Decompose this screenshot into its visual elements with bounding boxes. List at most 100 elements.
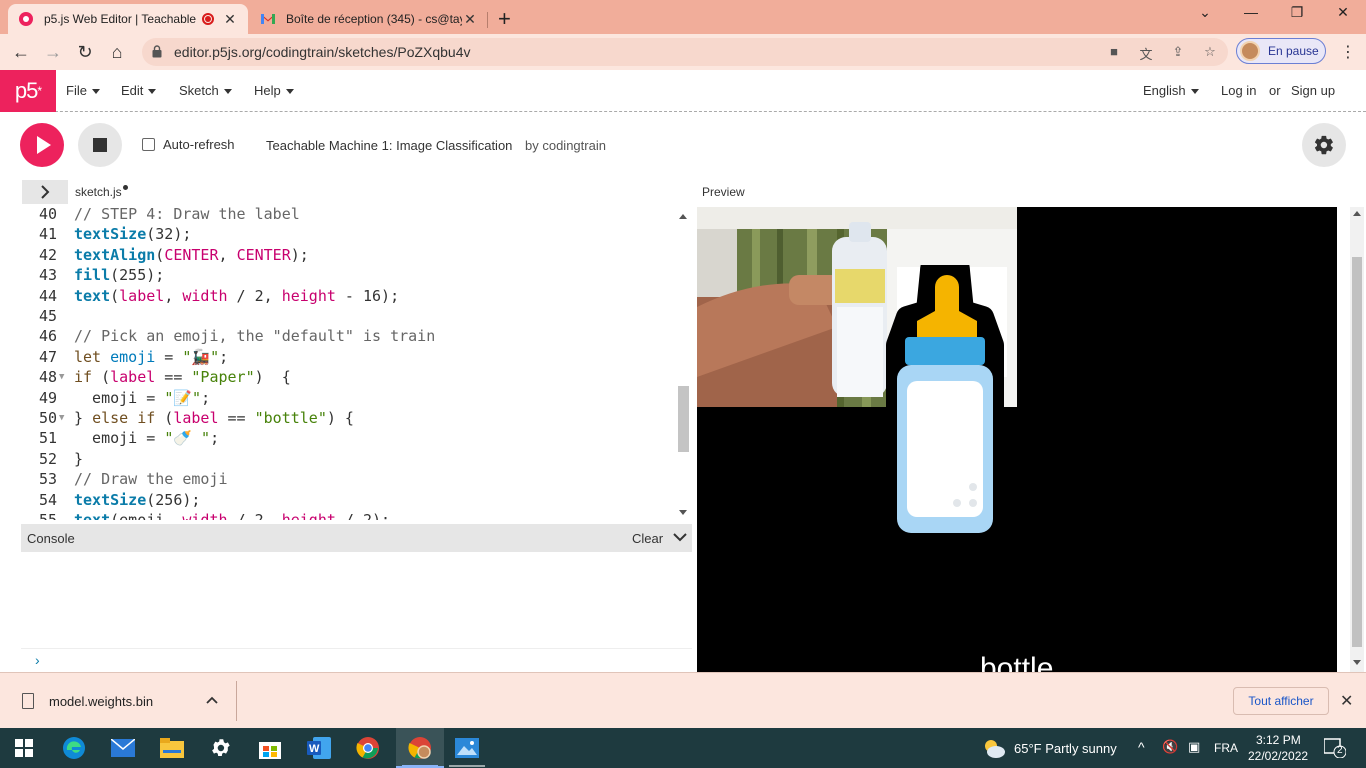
restore-icon[interactable]: ❐: [1274, 4, 1320, 21]
code-line[interactable]: 43 fill(255);: [21, 266, 681, 284]
windows-start-icon[interactable]: [12, 736, 36, 760]
menu-edit[interactable]: Edit: [121, 83, 157, 98]
signup-link[interactable]: Sign up: [1291, 83, 1335, 98]
chevron-up-icon[interactable]: [206, 695, 218, 705]
new-tab-button[interactable]: +: [498, 6, 511, 32]
chrome-icon[interactable]: [356, 736, 380, 760]
code-line[interactable]: 41 textSize(32);: [21, 225, 681, 243]
code-line[interactable]: 40 // STEP 4: Draw the label: [21, 207, 681, 223]
play-button[interactable]: [20, 123, 64, 167]
console-input[interactable]: ›: [21, 648, 692, 672]
fold-arrow-icon[interactable]: ▼: [59, 368, 64, 386]
clock-time[interactable]: 3:12 PM: [1256, 733, 1301, 747]
code-line[interactable]: 52}: [21, 450, 681, 468]
scroll-up-icon[interactable]: [679, 214, 687, 219]
code-line[interactable]: 42 textAlign(CENTER, CENTER);: [21, 246, 681, 264]
settings-button[interactable]: [1302, 123, 1346, 167]
code-line[interactable]: 49 emoji = "📝";: [21, 389, 681, 407]
code-line[interactable]: 44 text(label, width / 2, height - 16);: [21, 287, 681, 305]
camera-icon[interactable]: ■: [1106, 44, 1122, 60]
console-clear-button[interactable]: Clear: [632, 531, 663, 546]
code-text: textSize(256);: [74, 490, 201, 509]
file-explorer-icon[interactable]: [160, 736, 184, 760]
close-tab-icon[interactable]: ✕: [462, 11, 478, 28]
file-tab-sketch[interactable]: sketch.js: [75, 185, 128, 199]
language-select[interactable]: English: [1143, 83, 1199, 98]
code-line[interactable]: 48 ▼ if (label == "Paper") {: [21, 368, 681, 386]
code-line[interactable]: 55 text(emoji, width / 2, height / 2);: [21, 511, 681, 520]
menu-file[interactable]: File: [66, 83, 100, 98]
menu-help[interactable]: Help: [254, 83, 294, 98]
scroll-thumb[interactable]: [678, 386, 689, 452]
windows-taskbar: W 65°F Partly sunny ^ 🔇 ▣ FRA 3:12 PM 22…: [0, 728, 1366, 768]
menu-sketch[interactable]: Sketch: [179, 83, 232, 98]
preview-canvas[interactable]: [697, 207, 1337, 672]
clock-date[interactable]: 22/02/2022: [1248, 749, 1308, 763]
weather-text[interactable]: 65°F Partly sunny: [1014, 741, 1117, 756]
file-name: sketch.js: [75, 185, 122, 199]
fold-arrow-icon[interactable]: ▼: [59, 409, 64, 427]
input-language[interactable]: FRA: [1214, 741, 1238, 755]
address-bar[interactable]: editor.p5js.org/codingtrain/sketches/PoZ…: [142, 38, 1228, 66]
active-chrome-window[interactable]: [396, 728, 444, 768]
close-shelf-icon[interactable]: ✕: [1340, 691, 1353, 711]
auto-refresh-toggle[interactable]: Auto-refresh: [142, 137, 235, 152]
edge-icon[interactable]: [62, 736, 86, 760]
sketch-title[interactable]: Teachable Machine 1: Image Classificatio…: [266, 138, 512, 153]
sketch-author[interactable]: by codingtrain: [525, 138, 606, 153]
code-line[interactable]: 54 textSize(256);: [21, 491, 681, 509]
code-line[interactable]: 53 // Draw the emoji: [21, 470, 681, 488]
reload-icon[interactable]: ↻: [74, 41, 96, 63]
translate-icon[interactable]: 文: [1138, 44, 1154, 62]
or-text: or: [1269, 83, 1281, 98]
preview-scrollbar[interactable]: [1350, 207, 1364, 672]
code-editor[interactable]: 40 // STEP 4: Draw the label 41 textSize(32…: [21, 207, 692, 520]
chevron-down-icon[interactable]: [673, 530, 687, 544]
show-all-downloads-button[interactable]: Tout afficher: [1233, 687, 1329, 715]
store-icon[interactable]: [258, 736, 282, 760]
menu-label: Sketch: [179, 83, 219, 98]
language-label: English: [1143, 83, 1186, 98]
tab-search-icon[interactable]: ⌄: [1182, 4, 1228, 21]
login-link[interactable]: Log in: [1221, 83, 1256, 98]
settings-gear-icon[interactable]: [209, 736, 233, 760]
speaker-muted-icon[interactable]: 🔇: [1162, 739, 1178, 755]
network-icon[interactable]: ▣: [1188, 739, 1200, 755]
scroll-down-icon[interactable]: [679, 510, 687, 515]
p5-logo[interactable]: p5 *: [0, 70, 56, 112]
editor-scrollbar[interactable]: [677, 210, 689, 520]
photos-icon[interactable]: [455, 736, 479, 760]
word-icon[interactable]: W: [307, 736, 331, 760]
scroll-up-icon[interactable]: [1353, 211, 1361, 216]
download-file-name[interactable]: model.weights.bin: [49, 694, 153, 709]
more-menu-icon[interactable]: ⋮: [1340, 42, 1356, 62]
code-line[interactable]: 45: [21, 307, 681, 325]
auto-refresh-checkbox[interactable]: [142, 138, 155, 151]
stop-button[interactable]: [78, 123, 122, 167]
chevron-up-icon[interactable]: ^: [1138, 739, 1145, 755]
tab-gmail[interactable]: Boîte de réception (345) - cs@taylor ✕: [250, 4, 488, 34]
gmail-favicon-icon: [260, 11, 276, 27]
gear-icon: [1314, 135, 1333, 155]
line-number: 40: [38, 207, 57, 223]
line-number: 50: [38, 409, 57, 427]
code-line[interactable]: 47 let emoji = "🚂";: [21, 348, 681, 366]
code-line[interactable]: 46 // Pick an emoji, the "default" is tra…: [21, 327, 681, 345]
close-tab-icon[interactable]: ✕: [222, 11, 238, 28]
forward-arrow-icon[interactable]: →: [42, 41, 64, 63]
tab-p5-editor[interactable]: p5.js Web Editor | Teachable Machine ✕: [8, 4, 248, 34]
share-icon[interactable]: ⇪: [1170, 44, 1186, 60]
close-window-icon[interactable]: ✕: [1320, 4, 1366, 21]
code-line[interactable]: 51 emoji = "🍼 ";: [21, 429, 681, 447]
scroll-thumb[interactable]: [1352, 257, 1362, 647]
bookmark-star-icon[interactable]: ☆: [1202, 44, 1218, 60]
minimize-icon[interactable]: —: [1228, 4, 1274, 20]
line-number: 45: [38, 307, 57, 325]
home-icon[interactable]: ⌂: [106, 41, 128, 63]
profile-button[interactable]: En pause: [1236, 38, 1326, 64]
scroll-down-icon[interactable]: [1353, 660, 1361, 665]
mail-icon[interactable]: [111, 736, 135, 760]
code-line[interactable]: 50 ▼} else if (label == "bottle") {: [21, 409, 681, 427]
sidebar-toggle-button[interactable]: [22, 180, 68, 204]
back-arrow-icon[interactable]: ←: [10, 41, 32, 63]
